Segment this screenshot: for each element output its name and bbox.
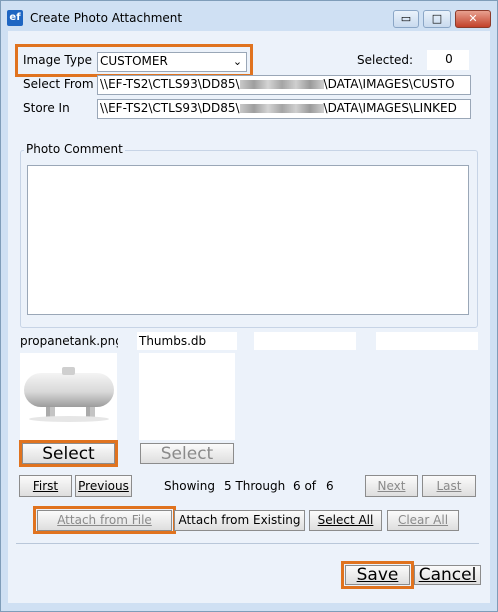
selected-count-value: 0 bbox=[427, 50, 469, 70]
image-type-select[interactable]: CUSTOMER bbox=[97, 52, 247, 72]
image-type-label: Image Type bbox=[23, 53, 92, 67]
app-logo-icon: ef bbox=[7, 10, 23, 26]
thumbnail-image[interactable] bbox=[20, 353, 117, 440]
cancel-button[interactable]: Cancel bbox=[414, 565, 481, 585]
minimize-button[interactable]: ▭ bbox=[393, 10, 419, 28]
attach-from-existing-button[interactable]: Attach from Existing bbox=[174, 510, 305, 531]
chevron-down-icon[interactable]: ⌄ bbox=[229, 53, 246, 71]
showing-label: Showing bbox=[164, 479, 215, 493]
previous-page-button[interactable]: Previous bbox=[75, 475, 132, 497]
attach-from-file-button[interactable]: Attach from File bbox=[37, 510, 172, 531]
redacted-path-segment bbox=[239, 80, 324, 89]
thumbnail-filename bbox=[376, 332, 478, 350]
maximize-button[interactable]: □ bbox=[423, 10, 451, 28]
first-page-button[interactable]: First bbox=[19, 475, 72, 497]
close-button[interactable]: ✕ bbox=[455, 10, 491, 28]
store-in-label: Store In bbox=[23, 101, 70, 115]
thumbnail-filename bbox=[254, 332, 356, 350]
save-button[interactable]: Save bbox=[345, 565, 410, 585]
showing-range: 5 Through bbox=[224, 479, 286, 493]
propane-tank-icon bbox=[20, 353, 117, 440]
last-page-button[interactable]: Last bbox=[422, 475, 476, 497]
select-from-path[interactable]: \\EF-TS2\CTLS93\DD85\ \DATA\IMAGES\CUSTO bbox=[97, 75, 471, 95]
showing-total: 6 bbox=[326, 479, 334, 493]
store-in-path[interactable]: \\EF-TS2\CTLS93\DD85\ \DATA\IMAGES\LINKED bbox=[97, 99, 471, 119]
image-type-value: CUSTOMER bbox=[100, 54, 168, 68]
showing-of: 6 of bbox=[293, 479, 317, 493]
clear-all-button[interactable]: Clear All bbox=[387, 510, 459, 531]
selected-count-label: Selected: bbox=[357, 53, 414, 67]
store-in-path-suffix: \DATA\IMAGES\LINKED bbox=[323, 101, 457, 115]
window-title: Create Photo Attachment bbox=[30, 11, 183, 25]
select-thumbnail-1-button[interactable]: Select bbox=[22, 443, 115, 464]
thumbnail-image[interactable] bbox=[139, 353, 235, 440]
redacted-path-segment bbox=[239, 104, 324, 113]
store-in-path-prefix: \\EF-TS2\CTLS93\DD85\ bbox=[100, 101, 240, 115]
thumbnail-filename: propanetank.png bbox=[20, 334, 118, 348]
select-from-path-suffix: \DATA\IMAGES\CUSTO bbox=[323, 77, 455, 91]
select-thumbnail-2-button[interactable]: Select bbox=[140, 443, 234, 464]
next-page-button[interactable]: Next bbox=[365, 475, 418, 497]
photo-comment-textarea[interactable] bbox=[27, 165, 469, 315]
select-all-button[interactable]: Select All bbox=[309, 510, 382, 531]
footer-divider bbox=[16, 543, 479, 544]
photo-comment-label: Photo Comment bbox=[24, 142, 125, 156]
thumbnail-filename: Thumbs.db bbox=[137, 332, 237, 350]
select-from-label: Select From bbox=[23, 77, 94, 91]
select-from-path-prefix: \\EF-TS2\CTLS93\DD85\ bbox=[100, 77, 240, 91]
